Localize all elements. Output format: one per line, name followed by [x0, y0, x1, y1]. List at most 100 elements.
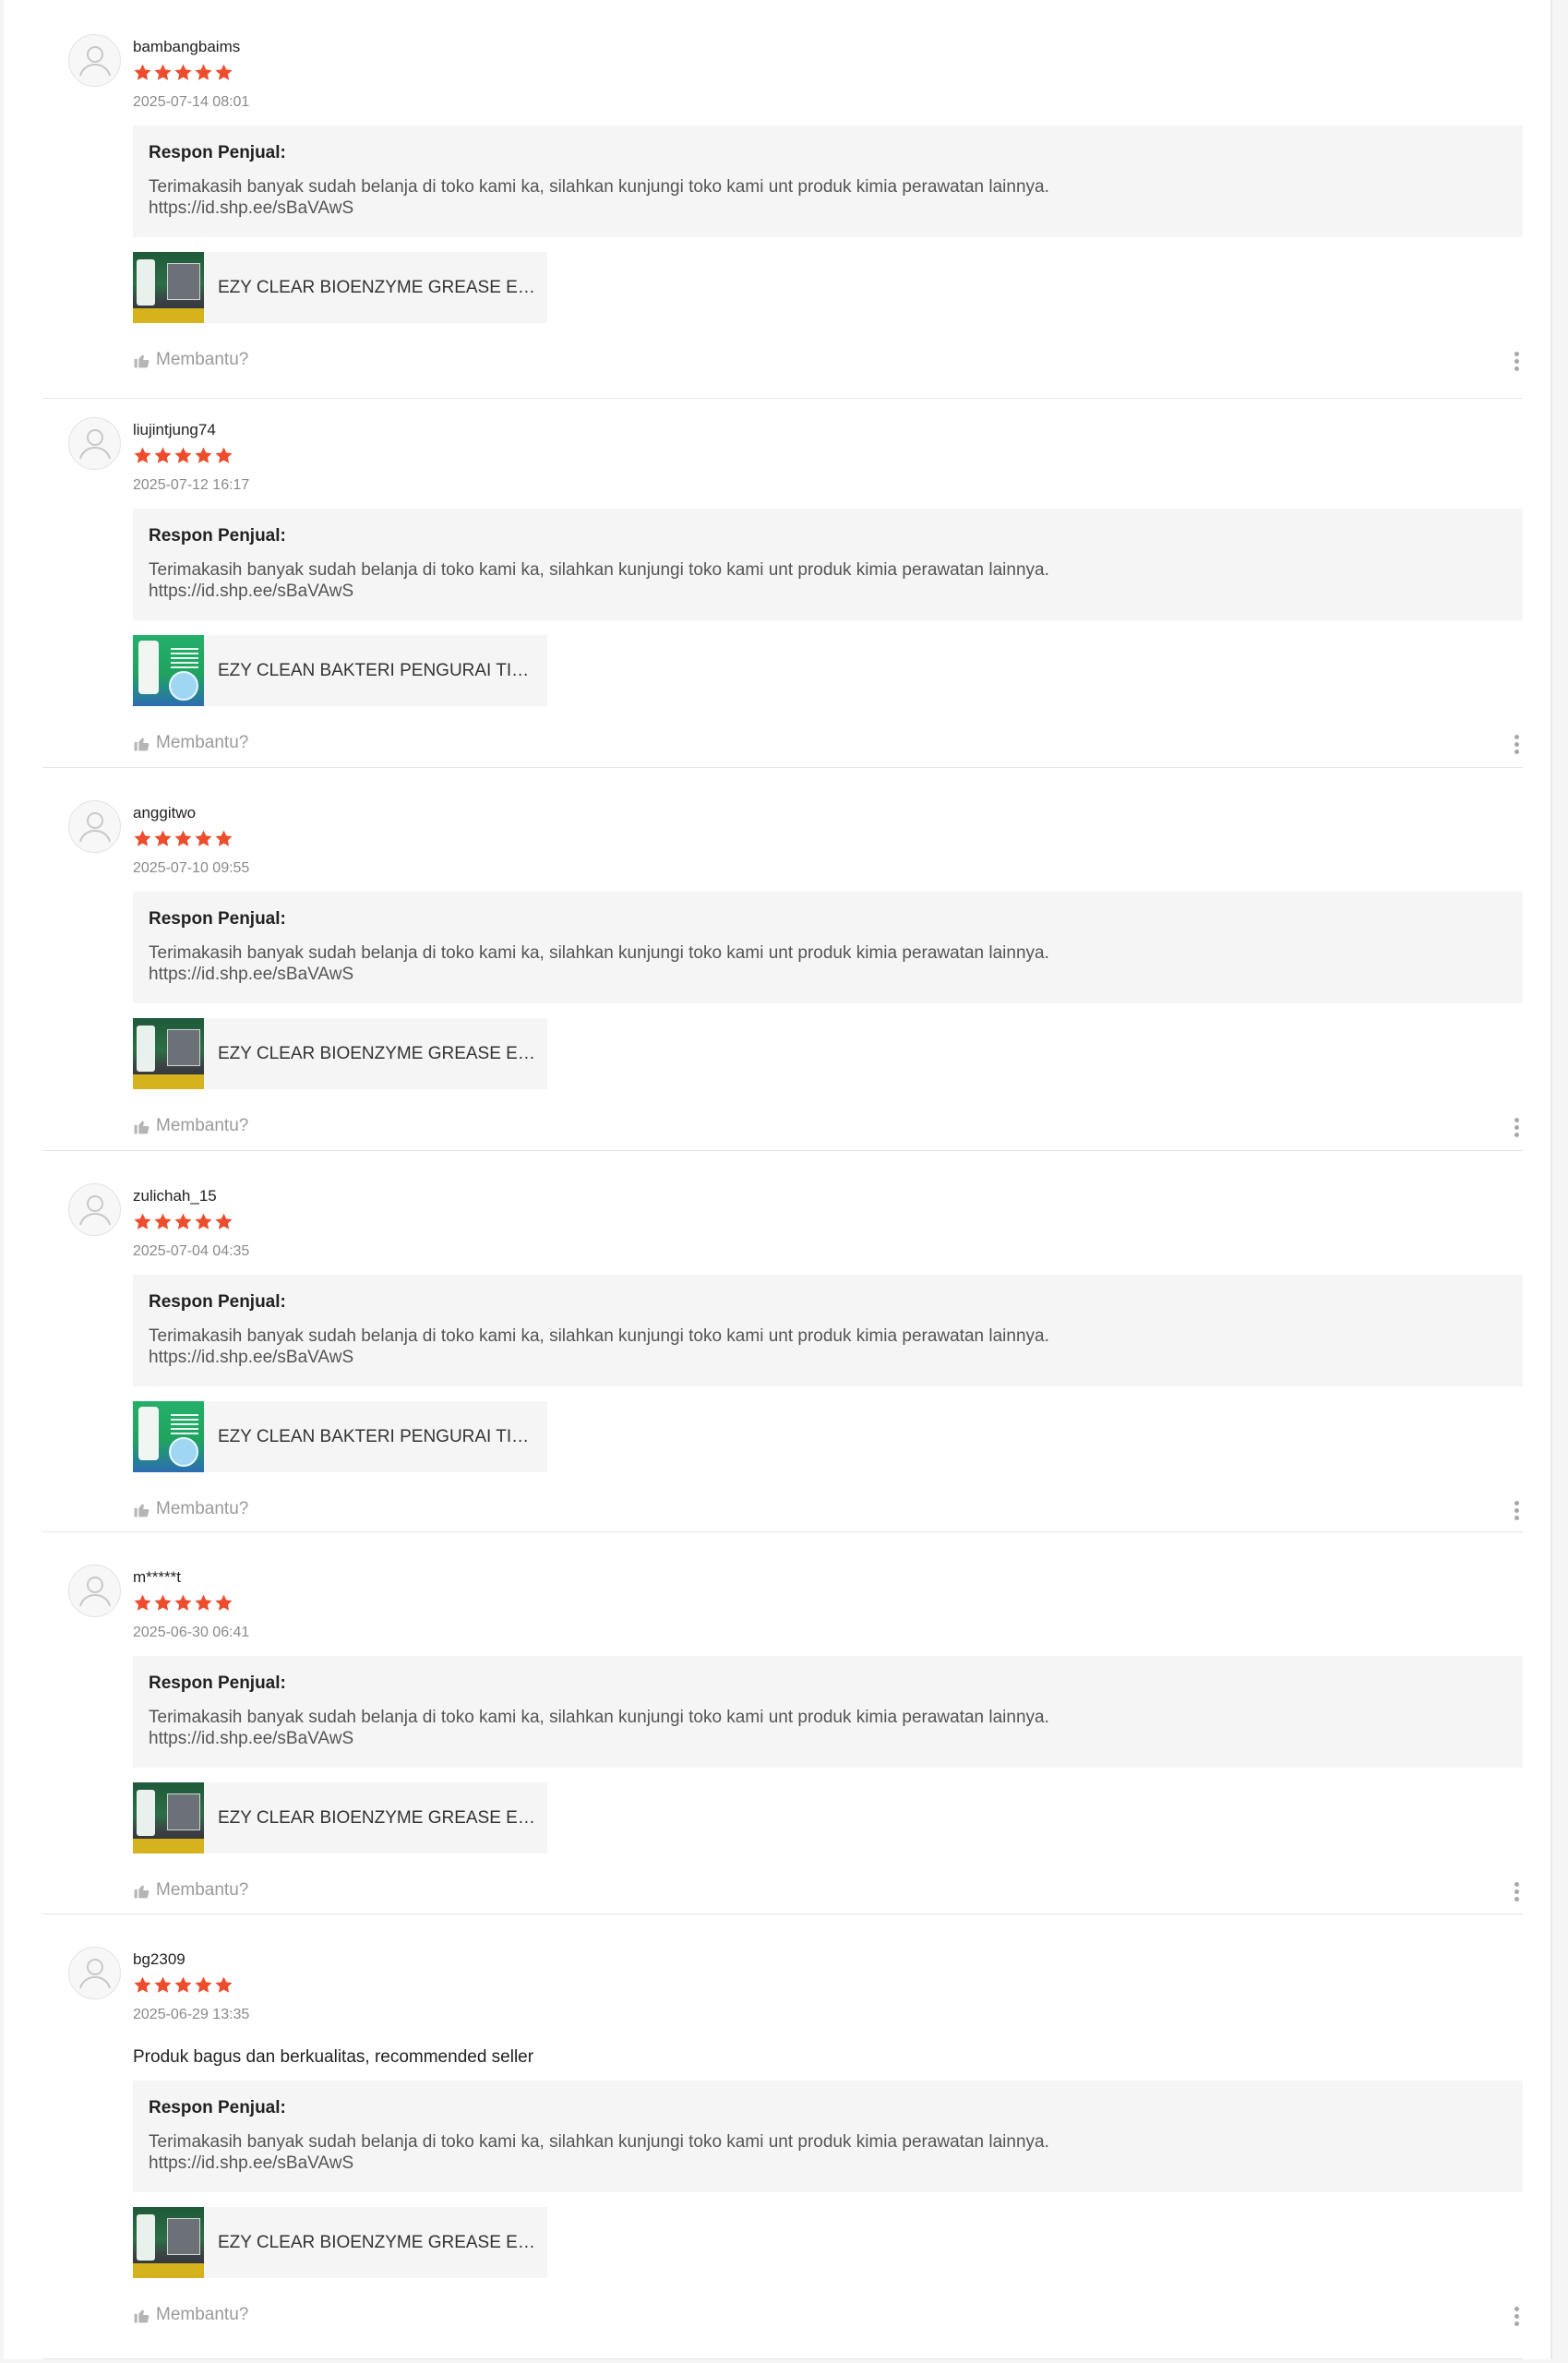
rating-stars — [133, 1212, 233, 1232]
thumbs-up-icon — [133, 352, 150, 369]
star-icon — [133, 446, 152, 466]
product-thumbnail — [133, 1018, 204, 1089]
product-thumbnail — [133, 1782, 204, 1853]
user-avatar-icon — [78, 428, 111, 459]
product-thumbnail — [133, 2207, 204, 2278]
star-icon — [153, 1975, 173, 1996]
review-item: bambangbaims 2025-07-14 08:01 Respon Pen… — [42, 2, 1523, 399]
helpful-label: Membantu? — [156, 1116, 249, 1135]
user-avatar-icon — [78, 45, 111, 76]
helpful-button[interactable]: Membantu? — [133, 1880, 248, 1901]
seller-response-text: Terimakasih banyak sudah belanja di toko… — [149, 1326, 1049, 1367]
avatar[interactable] — [68, 1565, 121, 1617]
helpful-button[interactable]: Membantu? — [133, 350, 248, 370]
rating-stars — [133, 446, 233, 466]
star-icon — [133, 1975, 152, 1996]
product-name: EZY CLEAR BIOENZYME GREASE EATER — [218, 2232, 536, 2252]
star-icon — [133, 1212, 152, 1232]
star-icon — [214, 446, 233, 466]
star-icon — [133, 1593, 152, 1613]
avatar[interactable] — [68, 34, 121, 87]
product-link[interactable]: EZY CLEAR BIOENZYME GREASE EATER — [133, 2207, 547, 2278]
star-icon — [153, 63, 173, 83]
star-icon — [153, 1212, 173, 1232]
seller-response-text: Terimakasih banyak sudah belanja di toko… — [149, 1708, 1049, 1748]
seller-response: Respon Penjual: Terimakasih banyak sudah… — [133, 509, 1523, 620]
review-username: bambangbaims — [133, 38, 241, 55]
avatar[interactable] — [68, 1947, 121, 1999]
helpful-label: Membantu? — [156, 350, 249, 369]
review-username: zulichah_15 — [133, 1187, 217, 1205]
helpful-button[interactable]: Membantu? — [133, 733, 248, 753]
user-avatar-icon — [78, 1576, 111, 1606]
helpful-button[interactable]: Membantu? — [133, 2305, 248, 2325]
rating-stars — [133, 829, 233, 849]
seller-response-title: Respon Penjual: — [149, 526, 286, 546]
review-date: 2025-06-29 13:35 — [133, 2007, 250, 2022]
rating-stars — [133, 63, 233, 83]
helpful-button[interactable]: Membantu? — [133, 1499, 248, 1519]
thumbs-up-icon — [133, 735, 150, 752]
review-date: 2025-06-30 06:41 — [133, 1625, 250, 1640]
star-icon — [174, 829, 193, 849]
helpful-label: Membantu? — [156, 1880, 249, 1900]
review-username: liujintjung74 — [133, 421, 216, 438]
seller-response: Respon Penjual: Terimakasih banyak sudah… — [133, 2081, 1523, 2192]
star-icon — [133, 63, 152, 83]
star-icon — [174, 1593, 193, 1613]
product-link[interactable]: EZY CLEAN BAKTERI PENGURAI TINJA — [133, 635, 547, 706]
star-icon — [153, 1593, 173, 1613]
star-icon — [214, 63, 233, 83]
seller-response-title: Respon Penjual: — [149, 2098, 286, 2117]
product-thumbnail — [133, 635, 204, 706]
review-item: anggitwo 2025-07-10 09:55 Respon Penjual… — [42, 768, 1523, 1151]
review-username: bg2309 — [133, 1950, 186, 1968]
star-icon — [214, 1975, 233, 1996]
seller-response-text: Terimakasih banyak sudah belanja di toko… — [149, 177, 1049, 218]
product-thumbnail — [133, 252, 204, 323]
star-icon — [153, 446, 173, 466]
seller-response: Respon Penjual: Terimakasih banyak sudah… — [133, 1656, 1523, 1768]
product-name: EZY CLEAN BAKTERI PENGURAI TINJA — [218, 1426, 536, 1446]
product-link[interactable]: EZY CLEAR BIOENZYME GREASE EATER — [133, 252, 547, 323]
seller-response: Respon Penjual: Terimakasih banyak sudah… — [133, 1275, 1523, 1386]
review-item: bg2309 2025-06-29 13:35 Produk bagus dan… — [42, 1914, 1523, 2359]
product-link[interactable]: EZY CLEAR BIOENZYME GREASE EATER — [133, 1782, 547, 1853]
more-options-icon[interactable] — [1510, 347, 1523, 375]
thumbs-up-icon — [133, 1882, 150, 1900]
seller-response-title: Respon Penjual: — [149, 143, 286, 162]
star-icon — [194, 446, 213, 466]
avatar[interactable] — [68, 417, 121, 470]
seller-response-text: Terimakasih banyak sudah belanja di toko… — [149, 560, 1049, 601]
rating-stars — [133, 1593, 233, 1613]
avatar[interactable] — [68, 800, 121, 853]
more-options-icon[interactable] — [1510, 2302, 1523, 2330]
star-icon — [194, 829, 213, 849]
thumbs-up-icon — [133, 2307, 150, 2324]
star-icon — [194, 1212, 213, 1232]
thumbs-up-icon — [133, 1118, 150, 1135]
review-username: anggitwo — [133, 804, 197, 822]
helpful-button[interactable]: Membantu? — [133, 1116, 248, 1136]
review-date: 2025-07-04 04:35 — [133, 1243, 250, 1259]
star-icon — [174, 1975, 193, 1996]
avatar[interactable] — [68, 1183, 121, 1236]
review-date: 2025-07-10 09:55 — [133, 860, 250, 876]
more-options-icon[interactable] — [1510, 1877, 1523, 1905]
product-thumbnail — [133, 1401, 204, 1472]
star-icon — [194, 1593, 213, 1613]
review-item: liujintjung74 2025-07-12 16:17 Respon Pe… — [42, 385, 1523, 768]
product-name: EZY CLEAN BAKTERI PENGURAI TINJA — [218, 660, 536, 680]
more-options-icon[interactable] — [1510, 730, 1523, 758]
star-icon — [214, 1212, 233, 1232]
helpful-label: Membantu? — [156, 733, 249, 752]
thumbs-up-icon — [133, 1501, 150, 1518]
seller-response-text: Terimakasih banyak sudah belanja di toko… — [149, 943, 1049, 984]
more-options-icon[interactable] — [1510, 1496, 1523, 1524]
star-icon — [214, 1593, 233, 1613]
product-link[interactable]: EZY CLEAR BIOENZYME GREASE EATER — [133, 1018, 547, 1089]
product-link[interactable]: EZY CLEAN BAKTERI PENGURAI TINJA — [133, 1401, 547, 1472]
product-name: EZY CLEAR BIOENZYME GREASE EATER — [218, 1807, 536, 1828]
more-options-icon[interactable] — [1510, 1113, 1523, 1141]
star-icon — [174, 1212, 193, 1232]
